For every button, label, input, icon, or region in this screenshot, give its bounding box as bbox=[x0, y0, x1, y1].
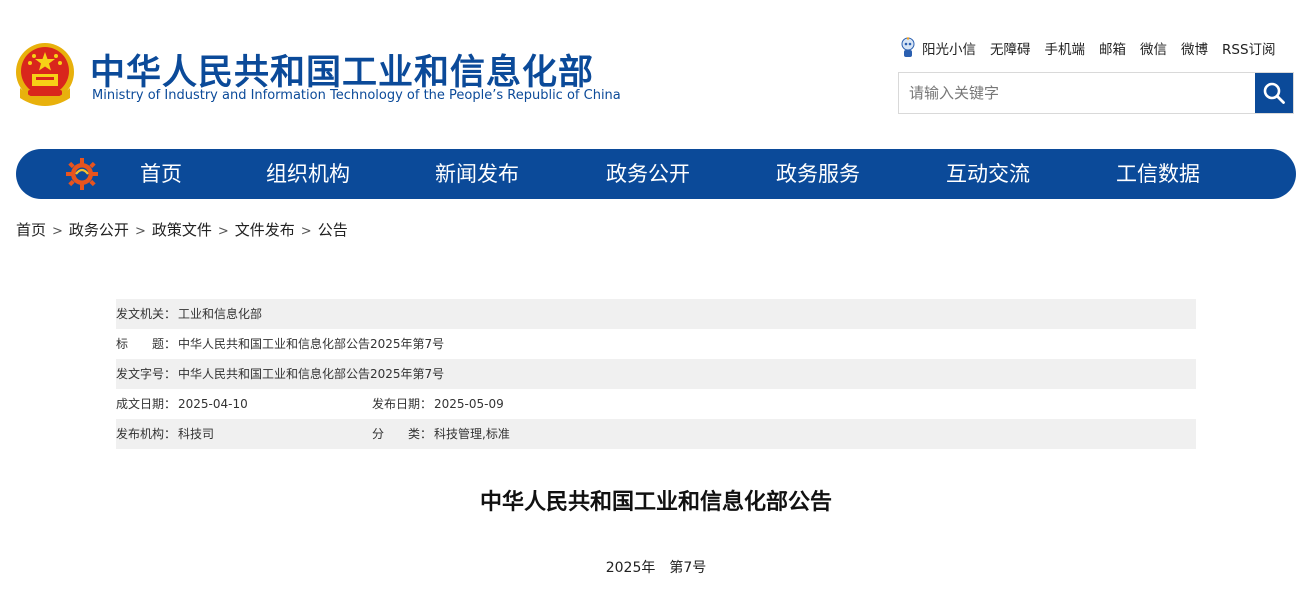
breadcrumb-policy-documents[interactable]: 政策文件 bbox=[152, 221, 212, 239]
site-subtitle: Ministry of Industry and Information Tec… bbox=[92, 88, 621, 103]
breadcrumb-separator: > bbox=[134, 224, 146, 239]
document-title: 中华人民共和国工业和信息化部公告 bbox=[479, 490, 832, 515]
robot-assistant-icon[interactable] bbox=[900, 37, 916, 59]
link-mailbox[interactable]: 邮箱 bbox=[1099, 38, 1126, 58]
meta-value-category: 科技管理,标准 bbox=[434, 427, 510, 441]
link-mobile[interactable]: 手机端 bbox=[1045, 38, 1086, 58]
breadcrumb-separator: > bbox=[217, 224, 229, 239]
meta-row-dates: 成文日期： 2025-04-10 发布日期： 2025-05-09 bbox=[116, 389, 1196, 419]
top-links: 阳光小信 无障碍 手机端 邮箱 微信 微博 RSS订阅 bbox=[900, 37, 1276, 59]
meta-label: 发文机关： bbox=[116, 307, 177, 321]
meta-label: 分 类： bbox=[372, 427, 433, 441]
link-wechat[interactable]: 微信 bbox=[1140, 38, 1167, 58]
nav-government-affairs[interactable]: 政务公开 bbox=[606, 149, 690, 199]
main-nav: 首页 组织机构 新闻发布 政务公开 政务服务 互动交流 工信数据 bbox=[16, 149, 1296, 199]
nav-data[interactable]: 工信数据 bbox=[1116, 149, 1200, 199]
national-emblem-icon bbox=[16, 43, 74, 106]
document-meta-table: 发文机关： 工业和信息化部 标 题： 中华人民共和国工业和信息化部公告2025年… bbox=[116, 299, 1196, 449]
breadcrumb-document-release[interactable]: 文件发布 bbox=[235, 221, 295, 239]
meta-label: 发文字号： bbox=[116, 367, 177, 381]
breadcrumb-home[interactable]: 首页 bbox=[16, 221, 46, 239]
meta-value-org: 科技司 bbox=[178, 427, 215, 441]
meta-label: 成文日期： bbox=[116, 397, 177, 411]
meta-row-org-category: 发布机构： 科技司 分 类： 科技管理,标准 bbox=[116, 419, 1196, 449]
search-icon bbox=[1263, 82, 1285, 104]
meta-row-issuer: 发文机关： 工业和信息化部 bbox=[116, 299, 1196, 329]
breadcrumb-announcement[interactable]: 公告 bbox=[318, 221, 348, 239]
link-accessibility[interactable]: 无障碍 bbox=[990, 38, 1031, 58]
link-rss[interactable]: RSS订阅 bbox=[1222, 38, 1276, 58]
meta-value-published-date: 2025-05-09 bbox=[434, 397, 504, 411]
meta-value-created-date: 2025-04-10 bbox=[178, 397, 248, 411]
meta-value-title: 中华人民共和国工业和信息化部公告2025年第7号 bbox=[178, 337, 445, 351]
search-input[interactable] bbox=[899, 73, 1254, 113]
breadcrumb-separator: > bbox=[52, 224, 63, 239]
link-sunshine-xiaoxin[interactable]: 阳光小信 bbox=[922, 38, 976, 58]
nav-home[interactable]: 首页 bbox=[140, 149, 182, 199]
meta-label: 标 题： bbox=[116, 337, 177, 351]
meta-value-doc-number: 中华人民共和国工业和信息化部公告2025年第7号 bbox=[178, 367, 445, 381]
nav-news[interactable]: 新闻发布 bbox=[435, 149, 519, 199]
nav-interaction[interactable]: 互动交流 bbox=[946, 149, 1030, 199]
breadcrumb: 首页 > 政务公开 > 政策文件 > 文件发布 > 公告 bbox=[16, 219, 348, 240]
meta-row-title: 标 题： 中华人民共和国工业和信息化部公告2025年第7号 bbox=[116, 329, 1196, 359]
link-weibo[interactable]: 微博 bbox=[1181, 38, 1208, 58]
nav-government-services[interactable]: 政务服务 bbox=[776, 149, 860, 199]
document-number: 2025年 第7号 bbox=[605, 560, 707, 576]
meta-row-doc-number: 发文字号： 中华人民共和国工业和信息化部公告2025年第7号 bbox=[116, 359, 1196, 389]
breadcrumb-separator: > bbox=[300, 224, 312, 239]
search-button[interactable] bbox=[1255, 73, 1293, 113]
meta-label: 发布机构： bbox=[116, 427, 177, 441]
miit-logo-icon[interactable] bbox=[64, 156, 100, 192]
search-box bbox=[898, 72, 1294, 114]
nav-organization[interactable]: 组织机构 bbox=[266, 149, 350, 199]
breadcrumb-government-affairs[interactable]: 政务公开 bbox=[69, 221, 129, 239]
meta-label: 发布日期： bbox=[372, 397, 433, 411]
meta-value-issuer: 工业和信息化部 bbox=[178, 307, 263, 321]
